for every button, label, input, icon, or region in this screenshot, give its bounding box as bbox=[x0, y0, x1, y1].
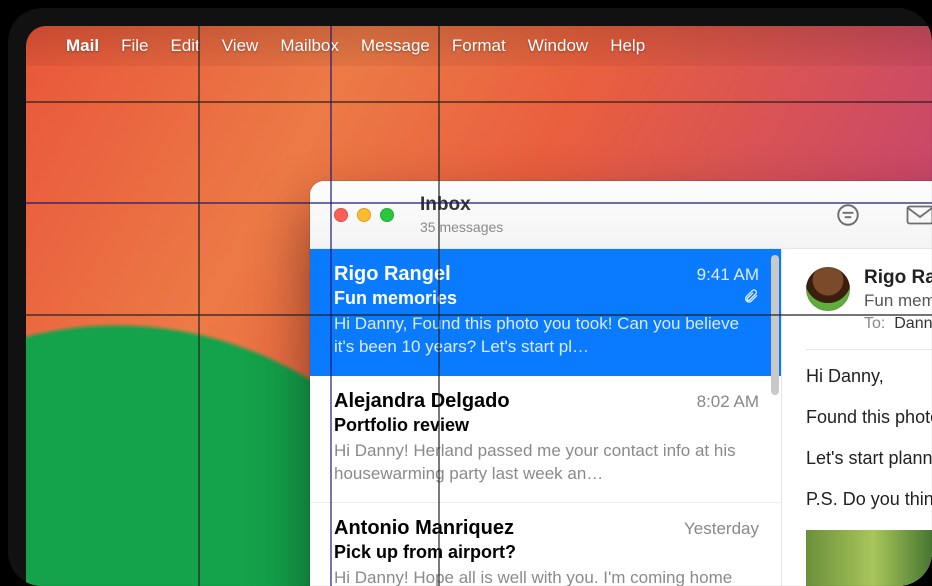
message-count: 35 messages bbox=[420, 219, 834, 236]
menubar: Mail File Edit View Mailbox Message Form… bbox=[26, 26, 932, 66]
message-time: 9:41 AM bbox=[697, 265, 759, 285]
attachment-photo[interactable] bbox=[806, 530, 932, 586]
menu-help[interactable]: Help bbox=[610, 36, 645, 56]
menu-edit[interactable]: Edit bbox=[170, 36, 199, 56]
minimize-button[interactable] bbox=[357, 208, 371, 222]
message-item[interactable]: Rigo Rangel 9:41 AM Fun memories Hi Dann… bbox=[310, 249, 781, 376]
reader-from: Rigo Rang bbox=[864, 267, 932, 289]
message-sender: Antonio Manriquez bbox=[334, 517, 514, 540]
window-controls bbox=[334, 208, 394, 222]
message-time: 8:02 AM bbox=[697, 392, 759, 412]
close-button[interactable] bbox=[334, 208, 348, 222]
message-reader: Rigo Rang Fun memor To: Danny Hi Danny, … bbox=[782, 249, 932, 586]
message-preview: Hi Danny! Hope all is well with you. I'm… bbox=[334, 567, 759, 586]
menu-format[interactable]: Format bbox=[452, 36, 506, 56]
message-sender: Alejandra Delgado bbox=[334, 390, 510, 413]
message-list[interactable]: Rigo Rangel 9:41 AM Fun memories Hi Dann… bbox=[310, 249, 782, 586]
menu-message[interactable]: Message bbox=[361, 36, 430, 56]
menu-window[interactable]: Window bbox=[528, 36, 588, 56]
body-line: Let's start planning bbox=[806, 448, 932, 469]
window-titlebar[interactable]: Inbox 35 messages bbox=[310, 181, 932, 249]
message-item[interactable]: Antonio Manriquez Yesterday Pick up from… bbox=[310, 503, 781, 586]
attachment-icon bbox=[743, 288, 759, 309]
message-subject: Portfolio review bbox=[334, 415, 469, 436]
body-line: Found this photo y bbox=[806, 407, 932, 428]
divider bbox=[806, 349, 932, 350]
app-menu[interactable]: Mail bbox=[66, 36, 99, 56]
message-sender: Rigo Rangel bbox=[334, 263, 451, 286]
menu-view[interactable]: View bbox=[222, 36, 259, 56]
body-line: P.S. Do you think I bbox=[806, 489, 932, 510]
compose-icon[interactable] bbox=[906, 203, 932, 227]
mail-window: Inbox 35 messages bbox=[310, 181, 932, 586]
zoom-button[interactable] bbox=[380, 208, 394, 222]
menu-mailbox[interactable]: Mailbox bbox=[280, 36, 339, 56]
message-time: Yesterday bbox=[684, 519, 759, 539]
message-subject: Pick up from airport? bbox=[334, 542, 516, 563]
reader-subject: Fun memor bbox=[864, 291, 932, 311]
message-preview: Hi Danny! Herland passed me your contact… bbox=[334, 440, 759, 486]
message-item[interactable]: Alejandra Delgado 8:02 AM Portfolio revi… bbox=[310, 376, 781, 503]
mailbox-title: Inbox bbox=[420, 194, 834, 217]
message-preview: Hi Danny, Found this photo you took! Can… bbox=[334, 313, 759, 359]
reader-to: To: Danny bbox=[864, 315, 932, 333]
menu-file[interactable]: File bbox=[121, 36, 148, 56]
sender-avatar[interactable] bbox=[806, 267, 850, 311]
message-subject: Fun memories bbox=[334, 288, 457, 309]
filter-icon[interactable] bbox=[834, 203, 862, 227]
body-line: Hi Danny, bbox=[806, 366, 932, 387]
scrollbar-thumb[interactable] bbox=[771, 255, 779, 395]
